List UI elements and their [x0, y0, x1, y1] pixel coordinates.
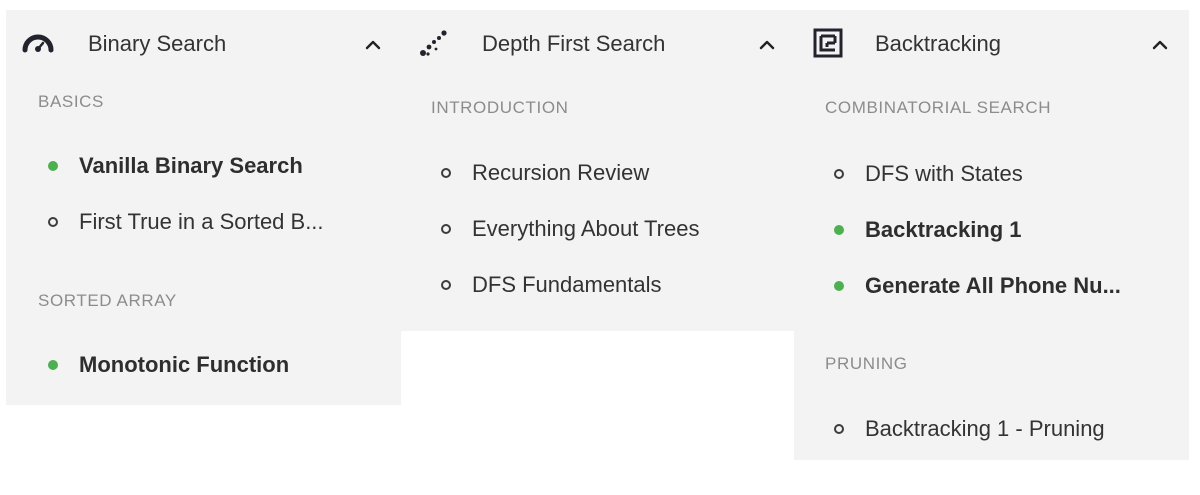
item-label: DFS Fundamentals: [472, 272, 662, 297]
maze-icon: [810, 28, 846, 58]
panel-header[interactable]: Binary Search: [6, 10, 401, 76]
section-title: PRUNING: [825, 354, 908, 373]
item-label: Backtracking 1 - Pruning: [865, 416, 1105, 441]
item-label: Generate All Phone Nu...: [865, 273, 1121, 298]
gauge-icon: [20, 28, 56, 58]
list-item[interactable]: Backtracking 1: [834, 212, 1179, 248]
panel-binary-search: Binary Search BASICS Vanilla Binary Sear…: [6, 10, 401, 405]
panel-header[interactable]: Backtracking: [794, 10, 1189, 76]
section-title: COMBINATORIAL SEARCH: [825, 98, 1052, 117]
incomplete-status-dot: [441, 224, 451, 234]
item-label: Everything About Trees: [472, 216, 700, 241]
chevron-up-icon[interactable]: [360, 32, 386, 58]
incomplete-status-dot: [441, 280, 451, 290]
incomplete-status-dot: [48, 217, 58, 227]
incomplete-status-dot: [834, 424, 844, 434]
list-item[interactable]: DFS with States: [834, 156, 1179, 192]
list-item[interactable]: DFS Fundamentals: [441, 267, 781, 303]
completed-status-dot: [48, 161, 58, 171]
item-label: Backtracking 1: [865, 217, 1022, 242]
completed-status-dot: [48, 360, 58, 370]
panel-depth-first-search: Depth First Search INTRODUCTION Recursio…: [401, 10, 794, 331]
panel-title: Binary Search: [88, 31, 227, 56]
panel-title: Backtracking: [875, 31, 1001, 56]
completed-status-dot: [834, 225, 844, 235]
dotted-path-icon: [415, 28, 451, 58]
chevron-up-icon[interactable]: [1147, 32, 1173, 58]
list-item[interactable]: Generate All Phone Nu...: [834, 268, 1179, 304]
item-label: DFS with States: [865, 161, 1023, 186]
list-item[interactable]: Backtracking 1 - Pruning: [834, 411, 1179, 447]
chevron-up-icon[interactable]: [754, 32, 780, 58]
item-label: Monotonic Function: [79, 352, 290, 377]
incomplete-status-dot: [441, 168, 451, 178]
list-item[interactable]: Monotonic Function: [48, 347, 388, 383]
item-label: Recursion Review: [472, 160, 650, 185]
incomplete-status-dot: [834, 169, 844, 179]
panel-backtracking: Backtracking COMBINATORIAL SEARCH DFS wi…: [794, 10, 1189, 460]
panel-title: Depth First Search: [482, 31, 666, 56]
completed-status-dot: [834, 281, 844, 291]
section-title: SORTED ARRAY: [38, 291, 177, 310]
list-item[interactable]: Recursion Review: [441, 155, 781, 191]
list-item[interactable]: Vanilla Binary Search: [48, 148, 388, 184]
list-item[interactable]: Everything About Trees: [441, 211, 781, 247]
section-title: BASICS: [38, 92, 104, 111]
list-item[interactable]: First True in a Sorted B...: [48, 204, 388, 240]
panel-header[interactable]: Depth First Search: [401, 10, 794, 76]
section-title: INTRODUCTION: [431, 98, 569, 117]
item-label: Vanilla Binary Search: [79, 153, 303, 178]
item-label: First True in a Sorted B...: [79, 209, 324, 234]
